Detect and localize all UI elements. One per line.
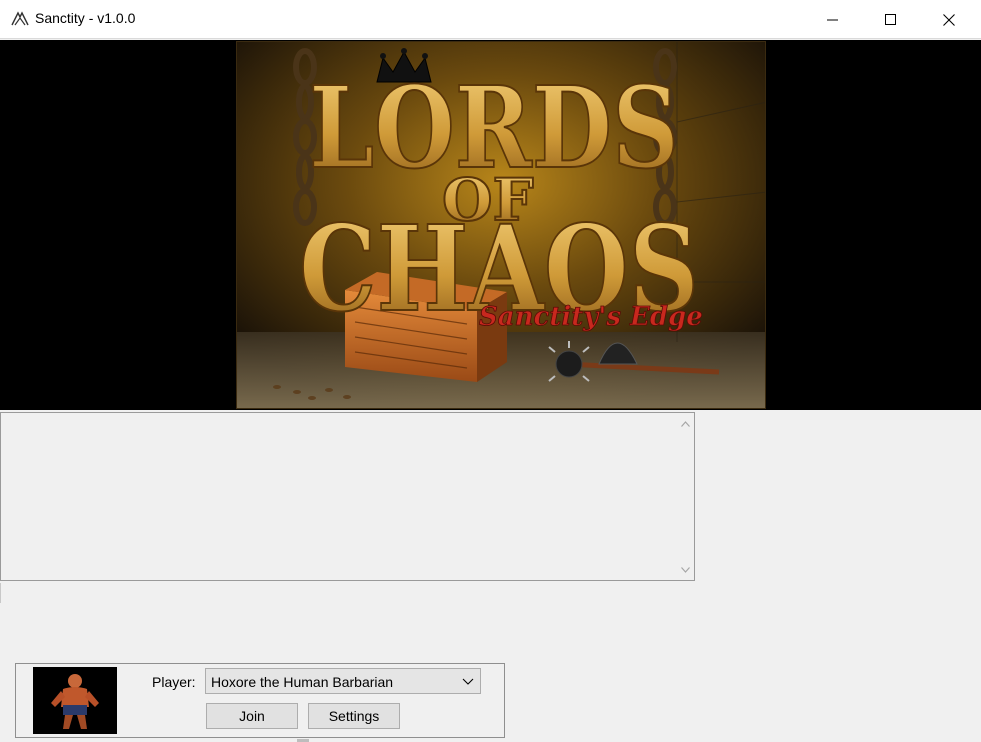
subtitle-sanctitys-edge: Sanctity's Edge <box>479 302 703 332</box>
settings-button[interactable]: Settings <box>308 703 400 729</box>
window-title: Sanctity - v1.0.0 <box>35 10 136 26</box>
lords-of-chaos-logo: LORDS OF CHAOS Sanctity's Edge <box>237 42 765 408</box>
maximize-icon <box>885 13 896 25</box>
player-select-value: Hoxore the Human Barbarian <box>211 674 394 690</box>
scroll-down-button[interactable] <box>677 561 694 578</box>
chevron-down-icon <box>462 678 474 685</box>
barbarian-portrait <box>33 667 117 734</box>
message-log[interactable] <box>0 412 695 581</box>
player-label: Player: <box>152 674 196 690</box>
message-log-scrollbar[interactable] <box>677 413 694 580</box>
player-select[interactable]: Hoxore the Human Barbarian <box>205 668 481 694</box>
close-button[interactable] <box>920 0 978 39</box>
close-icon <box>943 13 955 26</box>
player-panel: Player: Hoxore the Human Barbarian Join … <box>15 663 505 738</box>
minimize-icon <box>827 19 838 20</box>
chevron-up-icon <box>681 420 690 427</box>
sanctity-logo-icon <box>11 11 29 26</box>
scroll-up-button[interactable] <box>677 415 694 432</box>
maximize-button[interactable] <box>862 0 920 39</box>
title-bar[interactable]: Sanctity - v1.0.0 <box>0 0 981 39</box>
divider <box>0 583 1 603</box>
minimize-button[interactable] <box>804 0 862 39</box>
app-window: Sanctity - v1.0.0 LORDS OF CHAOS Sanctit… <box>0 0 981 742</box>
title-banner-image: LORDS OF CHAOS Sanctity's Edge <box>236 41 766 409</box>
chevron-down-icon <box>681 566 690 573</box>
join-button[interactable]: Join <box>206 703 298 729</box>
